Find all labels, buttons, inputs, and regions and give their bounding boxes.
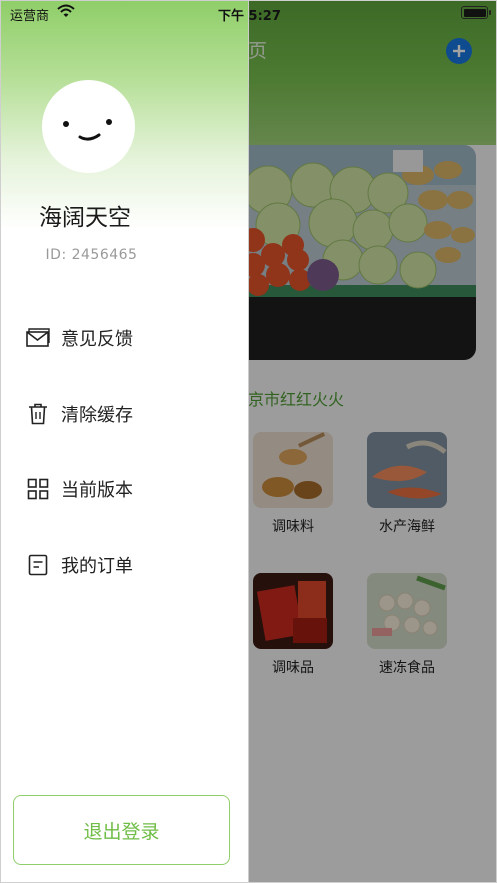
smiley-face-icon [63,119,112,141]
menu-item-label: 我的订单 [61,556,133,577]
battery-icon [461,6,491,19]
menu-item-my-orders[interactable]: 我的订单 [26,550,226,580]
clock: 下午 5:27 [218,9,281,24]
user-id: ID: 2456465 [45,247,138,263]
status-bar: 运营商 下午 5:27 [0,0,497,26]
menu-item-clear-cache[interactable]: 清除缓存 [26,399,226,429]
menu-item-current-version[interactable]: 当前版本 [26,474,226,504]
avatar[interactable] [42,80,135,173]
menu-item-label: 当前版本 [61,480,133,501]
user-name: 海阔天空 [39,205,131,231]
grid-icon [26,477,50,501]
wifi-icon [57,4,75,22]
menu-item-label: 意见反馈 [61,329,133,350]
mail-icon [26,326,50,350]
side-drawer: 海阔天空 ID: 2456465 意见反馈 清除缓存 当前版本 我的订单 退出登… [0,0,249,883]
logout-button[interactable]: 退出登录 [13,795,230,865]
document-icon [26,553,50,577]
trash-icon [26,402,50,426]
menu-item-feedback[interactable]: 意见反馈 [26,323,226,353]
menu-item-label: 清除缓存 [61,405,133,426]
carrier-label: 运营商 [10,9,50,24]
